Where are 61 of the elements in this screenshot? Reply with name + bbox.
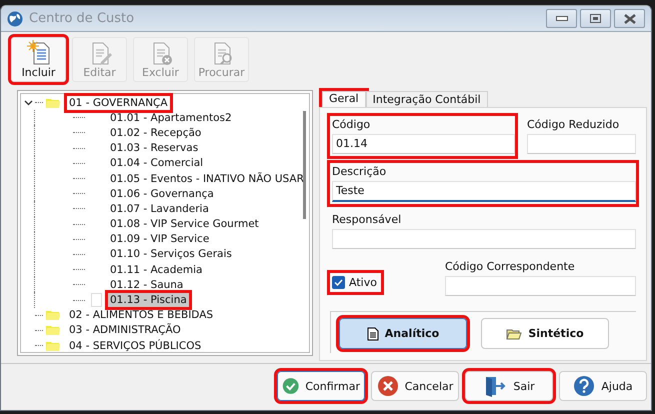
dialog-button[interactable]: Cancelar [371,371,459,401]
cancel-icon [376,375,399,397]
folder-icon [45,340,61,352]
tree-item[interactable]: 01.03 - Reservas [108,141,200,156]
checkmark-icon [334,279,343,286]
tree-item[interactable]: 01.11 - Academia [108,262,204,277]
tree-item[interactable]: 04 - SERVIÇOS PÚBLICOS [67,338,204,353]
type-button[interactable]: Sintético [481,318,609,349]
text-field[interactable] [444,276,636,296]
tree-item[interactable]: 01.07 - Lavanderia [108,202,211,216]
tree-item[interactable]: 01 - GOVERNANÇA [67,96,170,110]
checkbox-label: Ativo [349,276,377,289]
field-label: Código Correspondente [444,260,576,273]
text-field[interactable]: 01.14 [332,134,515,154]
tree-item[interactable]: 01.10 - Serviços Gerais [108,247,234,262]
tree-item[interactable]: 01.08 - VIP Service Gourmet [108,217,261,232]
tree-item[interactable]: 01.12 - Sauna [108,278,186,292]
window-title: Centro de Custo [29,11,136,26]
text-field[interactable]: Teste [332,181,636,202]
close-icon [624,14,636,24]
type-button[interactable]: Analítico [339,318,467,349]
exit-door-icon [483,374,508,398]
field-label: Código [332,118,372,131]
field-label: Código Reduzido [527,118,620,131]
text-field[interactable] [332,229,636,249]
tree-item[interactable]: 01.02 - Recepção [108,126,204,140]
folder-icon [45,309,61,322]
new-document-icon [26,40,52,66]
tree-item[interactable]: 01.01 - Apartamentos2 [108,110,234,125]
field-label: Descrição [332,165,388,178]
tree-item[interactable]: 01.05 - Eventos - INATIVO NÃO USAR [108,172,306,186]
toolbar-button[interactable]: Incluir [11,37,66,82]
tree-item[interactable]: 02 - ALIMENTOS E BEBIDAS [67,308,216,322]
selected-node-icon [91,293,102,308]
help-icon [573,375,596,397]
tree-item[interactable]: 01.06 - Governança [108,186,216,201]
tree-item[interactable]: 03 - ADMINISTRAÇÃO [67,323,183,338]
dialog-button[interactable]: Confirmar [277,371,365,401]
collapse-chevron-icon[interactable] [24,100,33,106]
dialog-button[interactable]: Sair [465,371,553,401]
check-icon [282,375,300,397]
tree-item[interactable]: 01.13 - Piscina [108,293,189,308]
globe-icon [7,10,23,26]
dialog-button[interactable]: Ajuda [559,371,647,401]
folder-icon [45,324,61,336]
folder-icon [45,96,61,109]
text-field[interactable] [527,134,636,154]
close-button[interactable] [614,9,645,28]
tab[interactable]: Integração Contábil [366,91,488,107]
minimize-icon [556,16,568,21]
tree-item[interactable]: 01.04 - Comercial [108,156,206,170]
maximize-button[interactable] [580,9,611,28]
minimize-button[interactable] [546,9,577,28]
tree-item[interactable]: 01.09 - VIP Service [108,232,212,246]
document-icon [366,326,379,340]
checkbox[interactable] [332,276,345,289]
scrollbar[interactable] [303,111,306,219]
maximize-icon [590,14,601,23]
field-label: Responsável [332,213,402,226]
tab[interactable]: Geral [322,91,366,107]
folder-icon [506,328,522,340]
